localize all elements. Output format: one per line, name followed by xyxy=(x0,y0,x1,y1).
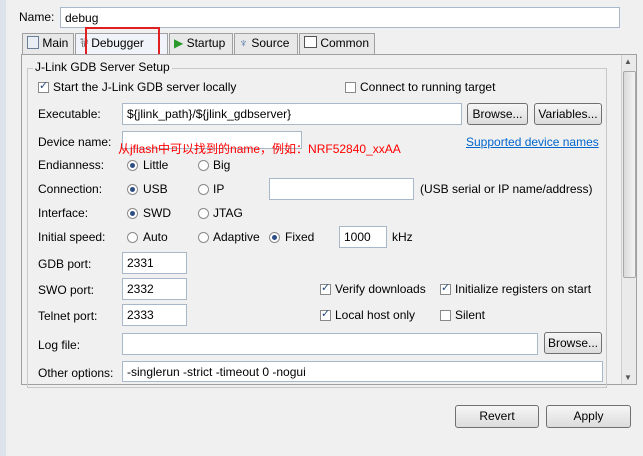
executable-label: Executable: xyxy=(38,107,101,121)
other-options-label: Other options: xyxy=(38,366,114,380)
big-radio[interactable] xyxy=(198,160,209,171)
verify-downloads-checkbox[interactable] xyxy=(320,281,331,295)
ip-label: IP xyxy=(213,182,225,196)
interface-label: Interface: xyxy=(38,206,89,220)
auto-radio[interactable] xyxy=(127,232,138,243)
swo-port-label: SWO port: xyxy=(38,283,95,297)
tab-main[interactable]: Main xyxy=(22,33,74,54)
scroll-down-icon[interactable]: ▼ xyxy=(624,373,632,382)
log-browse-button[interactable]: Browse... xyxy=(544,332,602,354)
source-icon: ♆ xyxy=(239,36,248,50)
telnet-port-label: Telnet port: xyxy=(38,309,98,323)
khz-label: kHz xyxy=(392,230,413,244)
jtag-label: JTAG xyxy=(213,206,243,220)
device-name-label: Device name: xyxy=(38,135,112,149)
init-registers-label: Initialize registers on start xyxy=(455,282,592,296)
variables-button[interactable]: Variables... xyxy=(534,103,602,125)
scroll-thumb[interactable] xyxy=(623,71,636,278)
silent-checkbox[interactable] xyxy=(440,310,451,321)
revert-button[interactable]: Revert xyxy=(455,405,539,428)
name-input[interactable]: debug xyxy=(60,7,620,28)
usb-label: USB xyxy=(143,182,168,196)
adaptive-radio[interactable] xyxy=(198,232,209,243)
speed-input[interactable]: 1000 xyxy=(339,226,387,248)
local-host-checkbox[interactable] xyxy=(320,307,331,321)
main-tab-icon xyxy=(27,36,39,49)
swo-port-input[interactable]: 2332 xyxy=(122,278,187,300)
fixed-radio[interactable] xyxy=(269,232,280,243)
init-registers-checkbox[interactable] xyxy=(440,281,451,295)
log-file-label: Log file: xyxy=(38,338,81,352)
start-server-label: Start the J-Link GDB server locally xyxy=(53,80,237,94)
play-icon: ▶ xyxy=(174,36,184,50)
silent-label: Silent xyxy=(455,308,486,322)
common-icon xyxy=(304,36,317,48)
little-label: Little xyxy=(143,158,169,172)
tab-startup-label: Startup xyxy=(186,36,226,50)
telnet-port-input[interactable]: 2333 xyxy=(122,304,187,326)
executable-browse-button[interactable]: Browse... xyxy=(467,103,528,125)
log-file-input[interactable] xyxy=(122,333,538,355)
tab-source[interactable]: ♆ Source xyxy=(234,33,298,54)
tab-startup[interactable]: ▶ Startup xyxy=(169,33,233,54)
apply-button[interactable]: Apply xyxy=(546,405,631,428)
gdb-port-input[interactable]: 2331 xyxy=(122,252,187,274)
little-radio[interactable] xyxy=(127,160,138,171)
connection-label: Connection: xyxy=(38,182,103,196)
adaptive-label: Adaptive xyxy=(213,230,260,244)
group-title: J-Link GDB Server Setup xyxy=(33,60,172,74)
fixed-label: Fixed xyxy=(285,230,315,244)
device-name-annotation: 从jflash中可以找到的name，例如：NRF52840_xxAA xyxy=(118,142,401,156)
endianness-label: Endianness: xyxy=(38,158,105,172)
speed-label: Initial speed: xyxy=(38,230,106,244)
left-edge xyxy=(0,0,6,456)
executable-input[interactable]: ${jlink_path}/${jlink_gdbserver} xyxy=(122,103,462,125)
usb-hint: (USB serial or IP name/address) xyxy=(420,182,593,196)
gdb-port-label: GDB port: xyxy=(38,257,92,271)
connect-running-checkbox[interactable] xyxy=(345,82,356,93)
connect-running-label: Connect to running target xyxy=(360,80,496,94)
scroll-up-icon[interactable]: ▲ xyxy=(624,57,632,66)
ip-radio[interactable] xyxy=(198,184,209,195)
verify-downloads-label: Verify downloads xyxy=(335,282,426,296)
tab-common[interactable]: Common xyxy=(299,33,375,54)
auto-label: Auto xyxy=(143,230,168,244)
other-options-input[interactable]: -singlerun -strict -timeout 0 -nogui xyxy=(122,361,603,382)
start-server-checkbox[interactable] xyxy=(38,79,49,93)
vertical-scrollbar[interactable]: ▲ ▼ xyxy=(621,55,636,384)
ip-input[interactable] xyxy=(269,178,414,200)
supported-devices-link[interactable]: Supported device names xyxy=(466,135,599,149)
jtag-radio[interactable] xyxy=(198,208,209,219)
tab-common-label: Common xyxy=(320,36,370,50)
tab-source-label: Source xyxy=(251,36,290,50)
swd-label: SWD xyxy=(143,206,171,220)
local-host-label: Local host only xyxy=(335,308,416,322)
usb-radio[interactable] xyxy=(127,184,138,195)
name-label: Name: xyxy=(19,10,55,24)
swd-radio[interactable] xyxy=(127,208,138,219)
big-label: Big xyxy=(213,158,231,172)
tab-main-label: Main xyxy=(42,36,69,50)
